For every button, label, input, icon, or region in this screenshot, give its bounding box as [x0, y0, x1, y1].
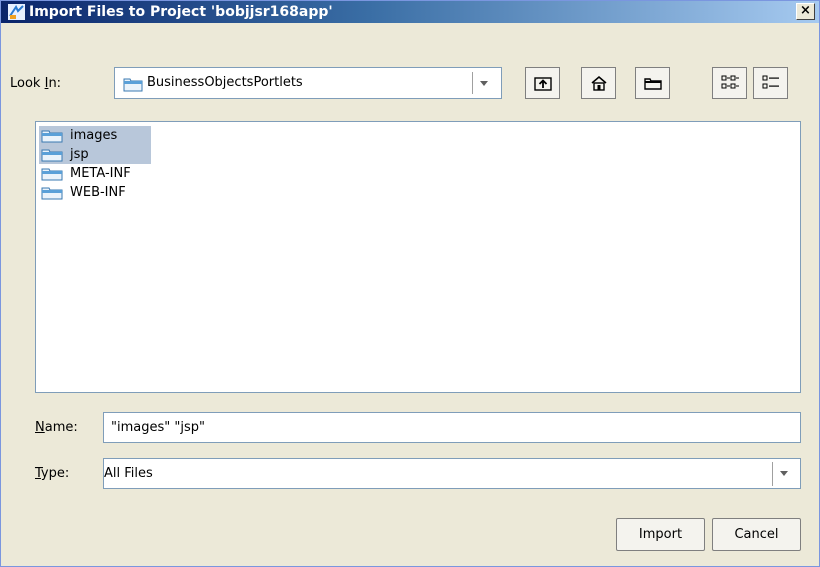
file-list[interactable]: images jsp META-INF WEB-INF [35, 121, 801, 393]
folder-icon [41, 130, 63, 143]
look-in-value: BusinessObjectsPortlets [147, 75, 303, 90]
file-name: META-INF [70, 166, 131, 181]
file-name-value: "images" "jsp" [111, 420, 205, 435]
chevron-down-icon[interactable] [472, 72, 495, 94]
file-type-value: All Files [104, 466, 153, 481]
import-button[interactable]: Import [616, 518, 705, 551]
folder-icon [41, 149, 63, 162]
folder-icon [41, 187, 63, 200]
file-name: jsp [70, 147, 89, 162]
file-name: WEB-INF [70, 185, 126, 200]
folder-icon [41, 168, 63, 181]
name-label: Name: [35, 420, 78, 435]
details-view-button[interactable] [753, 67, 788, 99]
import-files-dialog: Import Files to Project 'bobjjsr168app' … [0, 0, 820, 567]
home-button[interactable] [581, 67, 616, 99]
list-item[interactable]: META-INF [39, 164, 151, 183]
folder-icon [123, 78, 143, 92]
file-name: images [70, 128, 118, 143]
type-label: Type: [35, 466, 70, 481]
up-one-level-button[interactable] [525, 67, 560, 99]
list-item[interactable]: WEB-INF [39, 183, 151, 202]
close-button[interactable]: × [796, 3, 815, 20]
details-view-icon [762, 75, 779, 89]
list-item[interactable]: jsp [39, 145, 151, 164]
new-folder-button[interactable] [635, 67, 670, 99]
list-view-button[interactable] [712, 67, 747, 99]
file-type-select[interactable]: All Files [103, 458, 801, 489]
new-folder-icon [644, 78, 662, 90]
home-icon [591, 75, 607, 91]
title-bar[interactable]: Import Files to Project 'bobjjsr168app' … [1, 1, 819, 23]
close-icon: × [800, 3, 811, 18]
cancel-button[interactable]: Cancel [712, 518, 801, 551]
list-view-icon [721, 75, 739, 89]
file-name-field[interactable]: "images" "jsp" [103, 412, 801, 443]
chevron-down-icon[interactable] [772, 462, 795, 486]
up-one-level-icon [534, 77, 552, 91]
look-in-label: Look In: [10, 76, 62, 91]
list-item[interactable]: images [39, 126, 151, 145]
dialog-title: Import Files to Project 'bobjjsr168app' [29, 4, 333, 20]
app-icon [8, 4, 25, 20]
look-in-combo[interactable]: BusinessObjectsPortlets [114, 67, 502, 99]
